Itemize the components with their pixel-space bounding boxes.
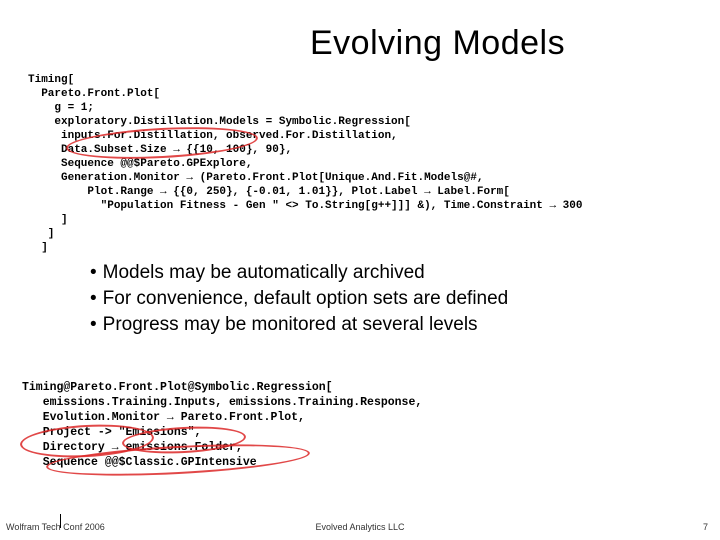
bullet-item: •Models may be automatically archived bbox=[90, 260, 650, 286]
bullet-item: •Progress may be monitored at several le… bbox=[90, 312, 650, 338]
tick-mark bbox=[60, 514, 61, 528]
slide-title: Evolving Models bbox=[310, 24, 565, 63]
bullet-list: •Models may be automatically archived •F… bbox=[90, 260, 650, 338]
footer-page-number: 7 bbox=[703, 522, 708, 532]
code-block-1: Timing[ Pareto.Front.Plot[ g = 1; explor… bbox=[28, 73, 583, 255]
bullet-item: •For convenience, default option sets ar… bbox=[90, 286, 650, 312]
slide: Evolving Models Timing[ Pareto.Front.Plo… bbox=[0, 0, 720, 540]
code-block-2: Timing@Pareto.Front.Plot@Symbolic.Regres… bbox=[22, 380, 422, 470]
bullet-text: Progress may be monitored at several lev… bbox=[103, 314, 478, 335]
footer-center: Evolved Analytics LLC bbox=[0, 522, 720, 532]
bullet-text: Models may be automatically archived bbox=[103, 262, 425, 283]
bullet-text: For convenience, default option sets are… bbox=[103, 288, 509, 309]
